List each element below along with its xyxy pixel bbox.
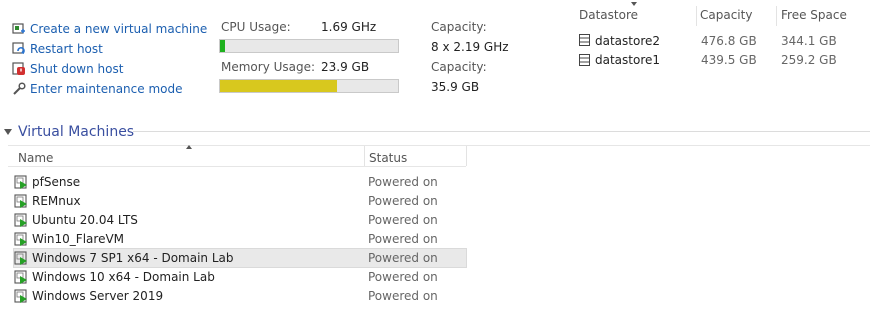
vm-powered-on-icon xyxy=(14,251,28,265)
restart-icon xyxy=(12,42,26,56)
vm-status: Powered on xyxy=(368,289,438,303)
cpu-usage-value: 1.69 GHz xyxy=(321,20,377,34)
vm-name: Windows Server 2019 xyxy=(32,289,164,303)
memory-usage-fill xyxy=(220,80,338,92)
shutdown-icon xyxy=(12,62,26,76)
vm-row[interactable]: Windows Server 2019 Powered on xyxy=(14,287,466,305)
shutdown-host-label: Shut down host xyxy=(30,62,124,76)
vm-row[interactable]: REMnux Powered on xyxy=(14,192,466,210)
datastore-free-space: 259.2 GB xyxy=(781,53,837,67)
restart-host-label: Restart host xyxy=(30,42,103,56)
cpu-capacity-value: 8 x 2.19 GHz xyxy=(431,40,509,54)
header-bottom-border xyxy=(8,166,466,167)
collapse-triangle-icon[interactable] xyxy=(4,129,12,135)
vm-status: Powered on xyxy=(368,213,438,227)
vm-powered-on-icon xyxy=(14,194,28,208)
vm-status: Powered on xyxy=(368,251,438,265)
datastore-name[interactable]: datastore2 xyxy=(595,34,660,48)
header-top-border xyxy=(8,145,870,146)
sort-ascending-icon xyxy=(186,145,192,149)
vm-name: REMnux xyxy=(32,194,81,208)
datastore-free-space: 344.1 GB xyxy=(781,34,837,48)
free-space-col-header[interactable]: Free Space xyxy=(781,8,847,22)
vm-status: Powered on xyxy=(368,232,438,246)
column-divider xyxy=(364,146,365,166)
datastore-icon xyxy=(579,54,590,69)
vm-name: Ubuntu 20.04 LTS xyxy=(32,213,138,227)
datastore-capacity: 476.8 GB xyxy=(701,34,757,48)
name-col-header[interactable]: Name xyxy=(18,151,53,165)
vm-name: Win10_FlareVM xyxy=(32,232,125,246)
memory-capacity-value: 35.9 GB xyxy=(431,80,480,94)
new-vm-icon xyxy=(12,22,26,36)
section-title: Virtual Machines xyxy=(18,124,135,140)
vm-powered-on-icon xyxy=(14,270,28,284)
vm-row[interactable]: Win10_FlareVM Powered on xyxy=(14,230,466,248)
create-vm-action[interactable]: Create a new virtual machine xyxy=(12,20,207,38)
vm-row[interactable]: Windows 10 x64 - Domain Lab Powered on xyxy=(14,268,466,286)
vm-name: pfSense xyxy=(32,175,81,189)
shutdown-host-action[interactable]: Shut down host xyxy=(12,60,123,78)
maintenance-mode-label: Enter maintenance mode xyxy=(30,82,183,96)
status-col-header[interactable]: Status xyxy=(369,151,407,165)
datastore-col-header[interactable]: Datastore xyxy=(579,8,638,22)
sort-indicator-icon xyxy=(631,2,637,6)
datastore-capacity: 439.5 GB xyxy=(701,53,757,67)
restart-host-action[interactable]: Restart host xyxy=(12,40,103,58)
wrench-icon xyxy=(12,82,26,96)
column-divider xyxy=(696,6,697,26)
vm-powered-on-icon xyxy=(14,175,28,189)
column-divider xyxy=(776,6,777,26)
vm-row[interactable]: pfSense Powered on xyxy=(14,173,466,191)
vm-powered-on-icon xyxy=(14,213,28,227)
cpu-usage-label: CPU Usage: xyxy=(221,20,291,34)
vm-status: Powered on xyxy=(368,270,438,284)
vm-row[interactable]: Windows 7 SP1 x64 - Domain Lab Powered on xyxy=(13,248,467,268)
memory-usage-label: Memory Usage: xyxy=(221,60,316,74)
datastore-icon xyxy=(579,34,590,49)
cpu-usage-fill xyxy=(220,40,226,52)
vm-name: Windows 7 SP1 x64 - Domain Lab xyxy=(32,251,234,265)
vm-powered-on-icon xyxy=(14,232,28,246)
memory-capacity-label: Capacity: xyxy=(431,60,487,74)
datastore-name[interactable]: datastore1 xyxy=(595,53,660,67)
capacity-col-header[interactable]: Capacity xyxy=(700,8,752,22)
column-divider xyxy=(466,146,467,166)
create-vm-label: Create a new virtual machine xyxy=(30,22,208,36)
vm-powered-on-icon xyxy=(14,289,28,303)
vm-status: Powered on xyxy=(368,175,438,189)
vm-name: Windows 10 x64 - Domain Lab xyxy=(32,270,215,284)
cpu-capacity-label: Capacity: xyxy=(431,20,487,34)
section-divider xyxy=(133,131,870,132)
memory-usage-bar xyxy=(219,79,399,93)
maintenance-mode-action[interactable]: Enter maintenance mode xyxy=(12,80,182,98)
cpu-usage-bar xyxy=(219,39,399,53)
memory-usage-value: 23.9 GB xyxy=(321,60,370,74)
vm-status: Powered on xyxy=(368,194,438,208)
vm-row[interactable]: Ubuntu 20.04 LTS Powered on xyxy=(14,211,466,229)
